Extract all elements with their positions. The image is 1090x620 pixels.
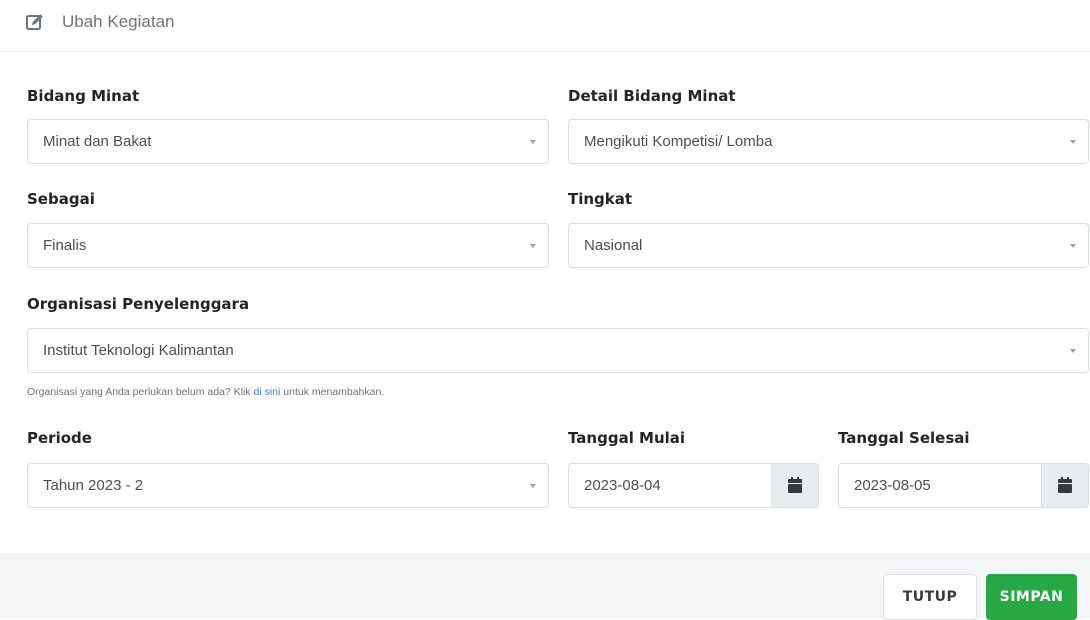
save-button[interactable]: SIMPAN — [986, 574, 1077, 620]
periode-select[interactable]: Tahun 2023 - 2 — [27, 463, 549, 508]
tanggal-mulai-calendar-button[interactable] — [771, 464, 818, 507]
add-organisasi-link[interactable]: di sini — [253, 386, 280, 398]
modal-header: Ubah Kegiatan — [0, 0, 1090, 52]
chevron-down-icon — [1070, 140, 1076, 144]
tanggal-selesai-value: 2023-08-05 — [854, 477, 931, 494]
chevron-down-icon — [1070, 349, 1076, 353]
sebagai-label: Sebagai — [27, 190, 95, 208]
periode-label: Periode — [27, 429, 92, 447]
edit-icon — [26, 13, 44, 31]
bidang-minat-value: Minat dan Bakat — [43, 133, 152, 150]
tanggal-selesai-calendar-button[interactable] — [1041, 464, 1088, 507]
organisasi-help-text: Organisasi yang Anda perlukan belum ada?… — [27, 386, 384, 398]
bidang-minat-label: Bidang Minat — [27, 87, 140, 105]
calendar-icon — [1058, 477, 1072, 493]
chevron-down-icon — [530, 484, 536, 488]
tanggal-mulai-value: 2023-08-04 — [584, 477, 661, 494]
chevron-down-icon — [530, 244, 536, 248]
tanggal-mulai-label: Tanggal Mulai — [568, 429, 686, 447]
tanggal-selesai-label: Tanggal Selesai — [838, 429, 970, 447]
bidang-minat-select[interactable]: Minat dan Bakat — [27, 119, 549, 164]
detail-bidang-minat-label: Detail Bidang Minat — [568, 87, 736, 105]
detail-bidang-minat-select[interactable]: Mengikuti Kompetisi/ Lomba — [568, 119, 1089, 164]
tanggal-mulai-input[interactable]: 2023-08-04 — [568, 463, 819, 508]
chevron-down-icon — [530, 140, 536, 144]
sebagai-select[interactable]: Finalis — [27, 223, 549, 268]
close-button[interactable]: TUTUP — [883, 574, 977, 620]
modal-title: Ubah Kegiatan — [62, 12, 175, 31]
chevron-down-icon — [1070, 244, 1076, 248]
help-prefix: Organisasi yang Anda perlukan belum ada?… — [27, 386, 254, 398]
detail-bidang-minat-value: Mengikuti Kompetisi/ Lomba — [584, 133, 773, 150]
organisasi-select[interactable]: Institut Teknologi Kalimantan — [27, 328, 1089, 373]
tingkat-select[interactable]: Nasional — [568, 223, 1089, 268]
calendar-icon — [788, 477, 802, 493]
tingkat-value: Nasional — [584, 237, 643, 254]
tingkat-label: Tingkat — [568, 190, 633, 208]
organisasi-label: Organisasi Penyelenggara — [27, 295, 250, 313]
sebagai-value: Finalis — [43, 237, 87, 254]
help-suffix: untuk menambahkan. — [280, 386, 385, 398]
periode-value: Tahun 2023 - 2 — [43, 477, 144, 494]
tanggal-selesai-input[interactable]: 2023-08-05 — [838, 463, 1089, 508]
organisasi-value: Institut Teknologi Kalimantan — [43, 342, 234, 359]
